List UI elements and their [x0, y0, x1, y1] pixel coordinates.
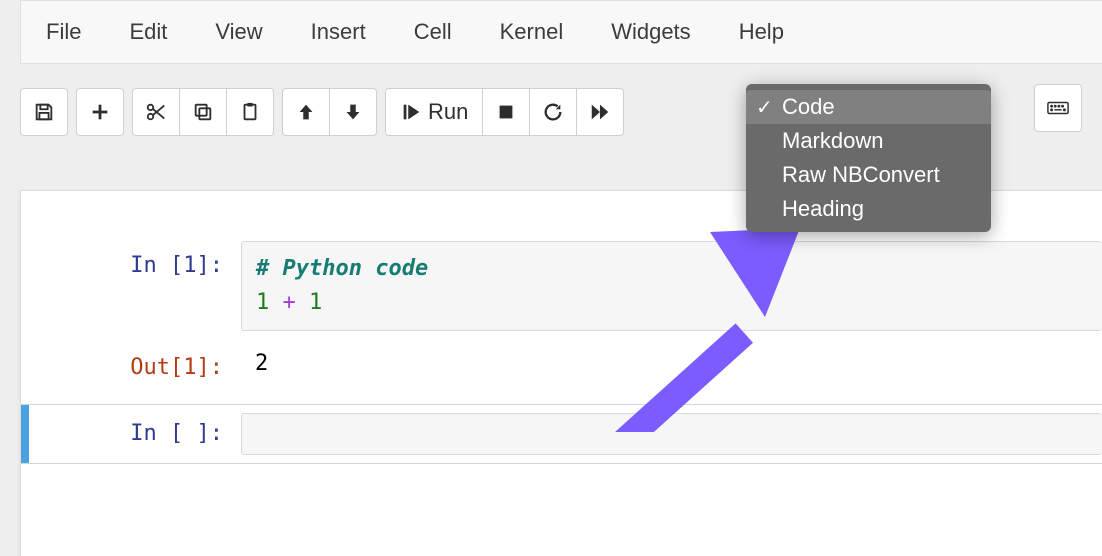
code-token: 1 — [256, 290, 269, 315]
command-palette-button[interactable] — [1034, 84, 1082, 132]
keyboard-icon — [1047, 97, 1069, 119]
cell-type-option-heading[interactable]: Heading — [746, 192, 991, 226]
plus-icon — [89, 101, 111, 123]
move-up-button[interactable] — [282, 88, 330, 136]
cell-type-dropdown[interactable]: Code Markdown Raw NBConvert Heading — [746, 84, 991, 232]
move-group — [282, 88, 377, 136]
input-prompt: In [ ]: — [21, 413, 241, 446]
menu-insert[interactable]: Insert — [311, 19, 366, 45]
input-prompt: In [1]: — [21, 241, 241, 278]
cell-type-option-code[interactable]: Code — [746, 90, 991, 124]
cell-type-option-markdown[interactable]: Markdown — [746, 124, 991, 158]
copy-icon — [192, 101, 214, 123]
restart-button[interactable] — [529, 88, 577, 136]
move-down-button[interactable] — [329, 88, 377, 136]
stop-button[interactable] — [482, 88, 530, 136]
save-button[interactable] — [20, 88, 68, 136]
menu-bar: File Edit View Insert Cell Kernel Widget… — [20, 0, 1102, 64]
add-cell-button[interactable] — [76, 88, 124, 136]
menu-cell[interactable]: Cell — [414, 19, 452, 45]
output-prompt: Out[1]: — [21, 343, 241, 380]
cut-button[interactable] — [132, 88, 180, 136]
run-button[interactable]: Run — [385, 88, 483, 136]
code-token: + — [283, 290, 296, 315]
menu-widgets[interactable]: Widgets — [611, 19, 690, 45]
cell-type-option-raw[interactable]: Raw NBConvert — [746, 158, 991, 192]
annotation-arrow-icon — [560, 222, 800, 432]
menu-edit[interactable]: Edit — [129, 19, 167, 45]
run-group: Run — [385, 88, 624, 136]
copy-button[interactable] — [179, 88, 227, 136]
run-icon — [400, 101, 422, 123]
paste-icon — [239, 101, 261, 123]
arrow-up-icon — [295, 101, 317, 123]
arrow-down-icon — [342, 101, 364, 123]
menu-file[interactable]: File — [46, 19, 81, 45]
clipboard-group — [132, 88, 274, 136]
menu-view[interactable]: View — [215, 19, 262, 45]
menu-help[interactable]: Help — [739, 19, 784, 45]
code-comment: # Python code — [256, 256, 428, 281]
fast-forward-icon — [589, 101, 611, 123]
restart-icon — [542, 101, 564, 123]
menu-kernel[interactable]: Kernel — [500, 19, 564, 45]
run-label: Run — [428, 99, 468, 125]
save-icon — [33, 101, 55, 123]
code-token: 1 — [309, 290, 322, 315]
scissors-icon — [145, 101, 167, 123]
fast-forward-button[interactable] — [576, 88, 624, 136]
paste-button[interactable] — [226, 88, 274, 136]
stop-icon — [495, 101, 517, 123]
